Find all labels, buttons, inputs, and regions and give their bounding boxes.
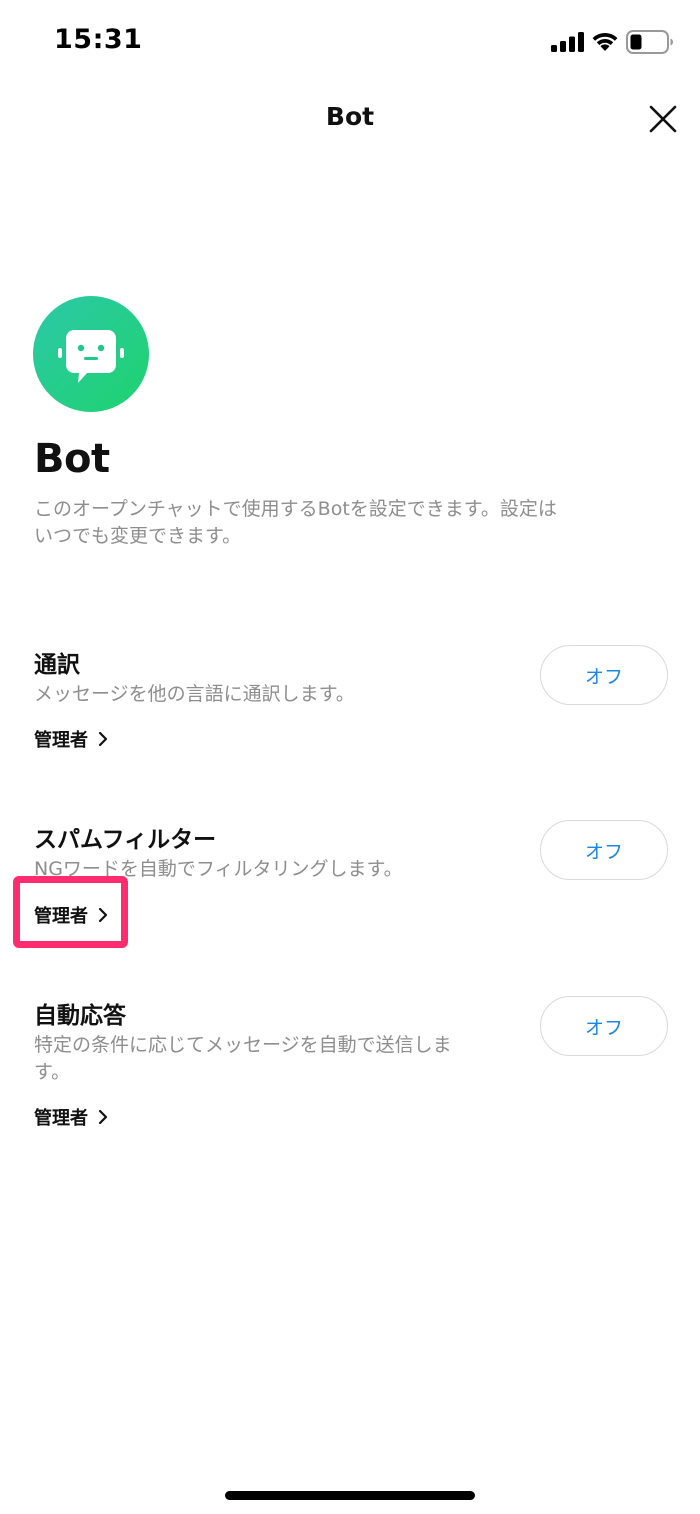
admin-link-label: 管理者 [34,1108,88,1129]
toggle-button-spam-filter[interactable]: オフ [540,820,668,880]
toggle-button-translation[interactable]: オフ [540,645,668,705]
chevron-right-icon [98,1109,108,1125]
admin-link[interactable]: 管理者 [34,726,108,752]
battery-icon [626,30,673,54]
admin-link-label: 管理者 [34,906,88,927]
wifi-icon [592,32,618,51]
admin-link[interactable]: 管理者 [34,1104,108,1130]
toggle-button-auto-reply[interactable]: オフ [540,996,668,1056]
chevron-right-icon [98,731,108,747]
setting-title: スパムフィルター [34,827,217,853]
setting-title: 自動応答 [34,1003,126,1029]
setting-description: NGワードを自動でフィルタリングします。 [34,858,403,880]
admin-link[interactable]: 管理者 [34,902,108,928]
page-title: Bot [34,436,110,482]
close-icon [649,105,677,133]
status-time: 15:31 [54,24,143,55]
bot-avatar [33,296,149,412]
status-bar: 15:31 [0,0,700,84]
signal-icon [551,32,584,52]
bot-icon [58,330,124,383]
close-button[interactable] [644,100,682,138]
nav-title: Bot [325,102,375,131]
setting-description: 特定の条件に応じてメッセージを自動で送信します。 [34,1034,452,1083]
chevron-right-icon [98,907,108,923]
setting-description: メッセージを他の言語に通訳します。 [34,683,355,705]
admin-link-label: 管理者 [34,730,88,751]
setting-title: 通訳 [34,652,80,678]
home-indicator [225,1491,475,1500]
page-description: このオープンチャットで使用するBotを設定できます。設定はいつでも変更できます。 [34,498,557,547]
